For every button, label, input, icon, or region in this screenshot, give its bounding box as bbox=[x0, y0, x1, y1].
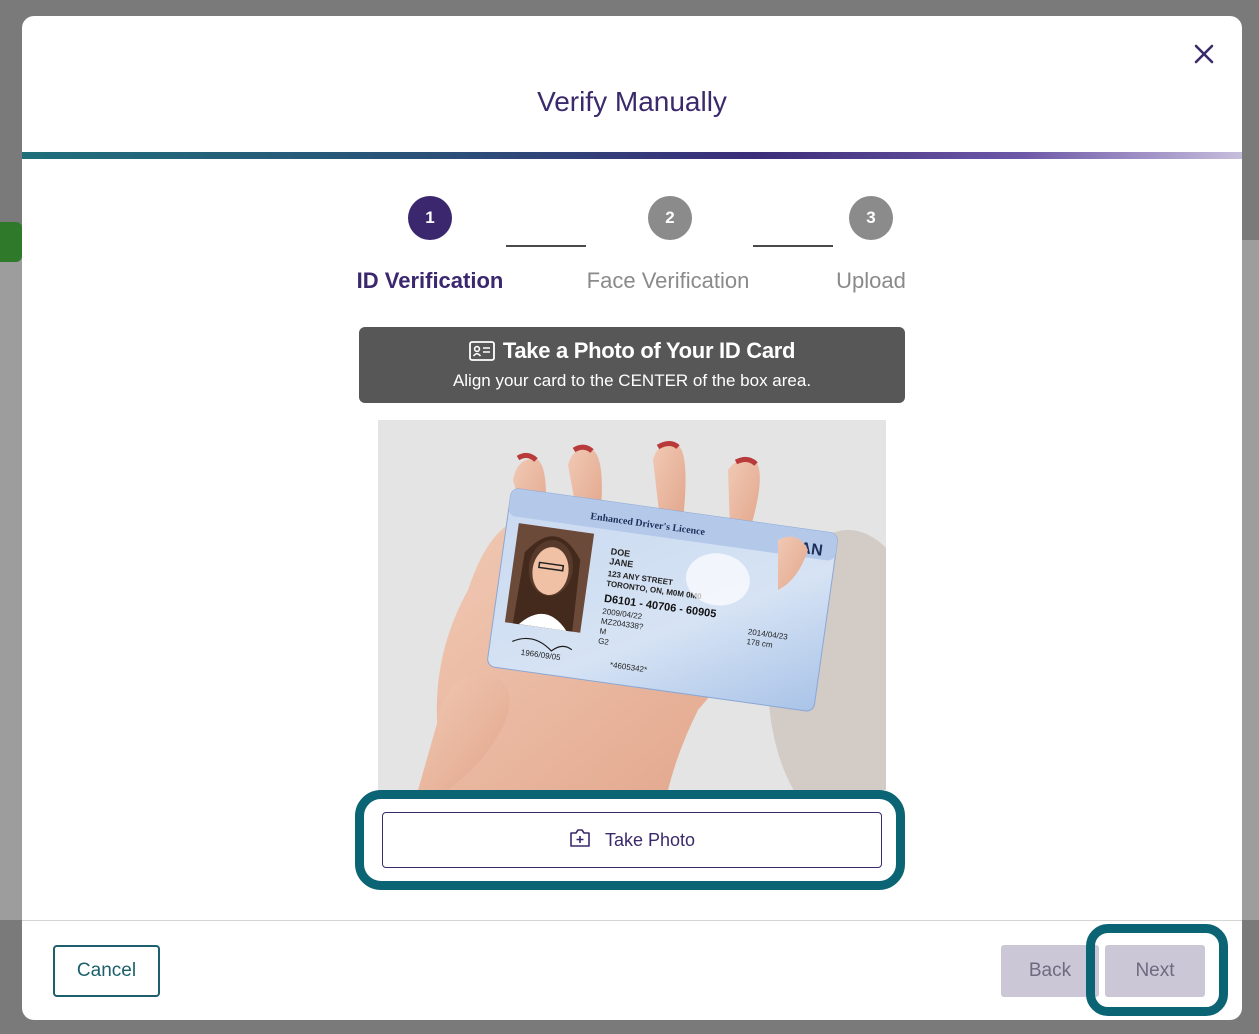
step-1-indicator: 1 bbox=[408, 196, 452, 240]
step-3-indicator: 3 bbox=[849, 196, 893, 240]
cancel-button[interactable]: Cancel bbox=[53, 945, 160, 997]
step-2-label: Face Verification bbox=[586, 268, 750, 293]
hand-holding-id-illustration: Enhanced Driver's Licence CAN DOE JANE 1… bbox=[378, 420, 886, 790]
step-2-indicator: 2 bbox=[648, 196, 692, 240]
take-photo-label: Take Photo bbox=[604, 829, 696, 850]
camera-plus-icon bbox=[569, 828, 591, 853]
instruction-subtitle: Align your card to the CENTER of the box… bbox=[452, 371, 812, 390]
step-connector-2 bbox=[753, 245, 833, 247]
step-3-label: Upload bbox=[836, 268, 906, 293]
background-green-badge bbox=[0, 222, 22, 262]
card-class: G2 bbox=[598, 636, 610, 646]
back-button[interactable]: Back bbox=[1001, 945, 1099, 997]
footer-divider bbox=[22, 920, 1242, 921]
instruction-title-row: Take a Photo of Your ID Card bbox=[359, 338, 905, 367]
instruction-banner: Take a Photo of Your ID Card Align your … bbox=[359, 327, 905, 403]
take-photo-button[interactable]: Take Photo bbox=[382, 812, 882, 868]
close-icon bbox=[1194, 44, 1214, 64]
id-card-icon bbox=[468, 341, 495, 367]
id-card-example-photo: Enhanced Driver's Licence CAN DOE JANE 1… bbox=[378, 420, 886, 790]
step-connector-1 bbox=[506, 245, 586, 247]
dialog-title: Verify Manually bbox=[537, 86, 727, 117]
step-1-label: ID Verification bbox=[356, 268, 504, 293]
close-button[interactable] bbox=[1188, 38, 1220, 70]
header-gradient-bar bbox=[22, 152, 1242, 159]
verify-manually-dialog: Verify Manually 1 2 3 ID Verification Fa… bbox=[22, 16, 1242, 1020]
instruction-title: Take a Photo of Your ID Card bbox=[502, 338, 796, 363]
next-button[interactable]: Next bbox=[1105, 945, 1205, 997]
